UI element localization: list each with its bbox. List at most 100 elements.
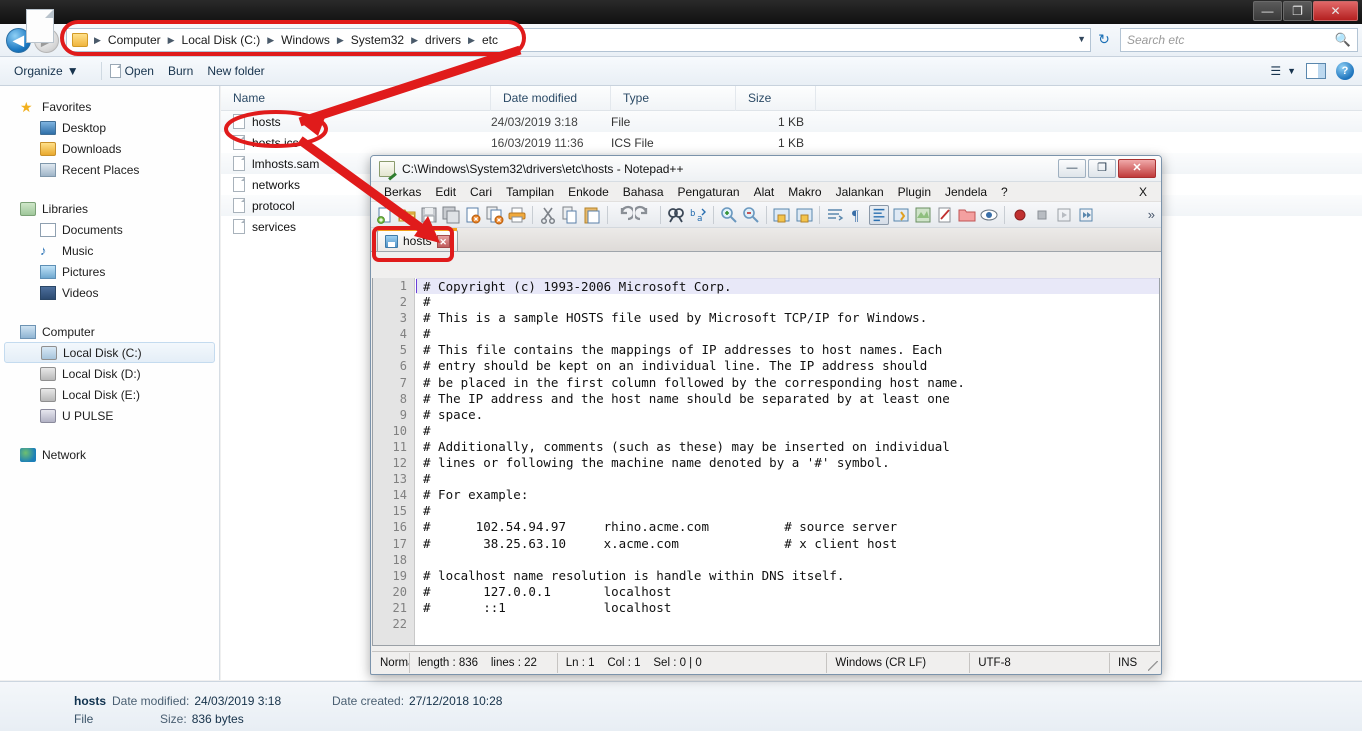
breadcrumb-item-local-disk-c[interactable]: Local Disk (C:) bbox=[179, 29, 264, 51]
close-button[interactable]: ✕ bbox=[1118, 159, 1156, 178]
cut-icon[interactable] bbox=[538, 205, 558, 225]
menu-item-berkas[interactable]: Berkas bbox=[377, 183, 428, 201]
close-icon[interactable]: ✕ bbox=[436, 234, 450, 248]
tab-hosts[interactable]: hosts ✕ bbox=[377, 228, 458, 251]
code-line[interactable]: # Copyright (c) 1993-2006 Microsoft Corp… bbox=[416, 278, 1159, 295]
sidebar-item-local-disk-c[interactable]: Local Disk (C:) bbox=[4, 342, 215, 363]
help-icon[interactable]: ? bbox=[1336, 62, 1354, 80]
sidebar-item-favorites[interactable]: ★ Favorites bbox=[0, 96, 219, 117]
menu-item-pengaturan[interactable]: Pengaturan bbox=[671, 183, 747, 201]
menu-item-makro[interactable]: Makro bbox=[781, 183, 828, 201]
user-defined-dialog-icon[interactable] bbox=[891, 205, 911, 225]
open-file-icon[interactable] bbox=[397, 205, 417, 225]
close-button[interactable]: ✕ bbox=[1313, 1, 1358, 21]
sidebar-item-local-disk-e[interactable]: Local Disk (E:) bbox=[0, 384, 219, 405]
text-editor[interactable]: 1 2 3 4 5 6 7 8 9 10 11 12 13 14 15 16 17 18 19 20 21 22 # Co… bbox=[372, 278, 1160, 646]
folder-as-workspace-icon[interactable] bbox=[957, 205, 977, 225]
menu-item-edit[interactable]: Edit bbox=[428, 183, 463, 201]
column-header-type[interactable]: Type bbox=[611, 86, 736, 111]
macro-play-icon[interactable] bbox=[1054, 205, 1074, 225]
sidebar-item-videos[interactable]: Videos bbox=[0, 282, 219, 303]
code-line[interactable]: # 127.0.0.1 localhost bbox=[416, 584, 1159, 600]
view-options-button[interactable]: ☰ ▼ bbox=[1270, 64, 1296, 78]
menu-item-jendela[interactable]: Jendela bbox=[938, 183, 994, 201]
print-icon[interactable] bbox=[507, 205, 527, 225]
function-list-icon[interactable] bbox=[935, 205, 955, 225]
maximize-button[interactable]: ❐ bbox=[1088, 159, 1116, 178]
code-line[interactable]: # Additionally, comments (such as these)… bbox=[416, 439, 1159, 455]
menu-item-bahasa[interactable]: Bahasa bbox=[616, 183, 671, 201]
sync-vertical-icon[interactable] bbox=[772, 205, 792, 225]
sidebar-item-documents[interactable]: Documents bbox=[0, 219, 219, 240]
sidebar-item-libraries[interactable]: Libraries bbox=[0, 198, 219, 219]
menu-item-cari[interactable]: Cari bbox=[463, 183, 499, 201]
preview-pane-button[interactable] bbox=[1306, 63, 1326, 79]
copy-icon[interactable] bbox=[560, 205, 580, 225]
macro-record-icon[interactable] bbox=[1010, 205, 1030, 225]
sidebar-item-u-pulse[interactable]: U PULSE bbox=[0, 405, 219, 426]
zoom-in-icon[interactable] bbox=[719, 205, 739, 225]
code-line[interactable]: # For example: bbox=[416, 487, 1159, 503]
burn-button[interactable]: Burn bbox=[168, 60, 207, 82]
refresh-icon[interactable]: ↻ bbox=[1093, 30, 1115, 50]
minimize-button[interactable]: — bbox=[1253, 1, 1282, 21]
code-line[interactable]: # ::1 localhost bbox=[416, 600, 1159, 616]
redo-icon[interactable] bbox=[632, 205, 655, 225]
code-line[interactable]: # bbox=[416, 423, 1159, 439]
minimize-button[interactable]: — bbox=[1058, 159, 1086, 178]
close-all-files-icon[interactable] bbox=[485, 205, 505, 225]
code-line[interactable]: # This file contains the mappings of IP … bbox=[416, 342, 1159, 358]
breadcrumb-item-system32[interactable]: System32 bbox=[348, 29, 407, 51]
organize-button[interactable]: Organize ▼ bbox=[14, 60, 93, 82]
code-area[interactable]: # Copyright (c) 1993-2006 Microsoft Corp… bbox=[416, 278, 1159, 645]
breadcrumb-item-drivers[interactable]: drivers bbox=[422, 29, 464, 51]
menu-item-plugin[interactable]: Plugin bbox=[891, 183, 938, 201]
search-input[interactable]: Search etc 🔍 bbox=[1120, 28, 1358, 52]
breadcrumb-item-windows[interactable]: Windows bbox=[278, 29, 333, 51]
zoom-out-icon[interactable] bbox=[741, 205, 761, 225]
sidebar-item-pictures[interactable]: Pictures bbox=[0, 261, 219, 282]
open-button[interactable]: Open bbox=[109, 60, 168, 82]
new-file-icon[interactable] bbox=[375, 205, 395, 225]
code-line[interactable] bbox=[416, 616, 1159, 632]
column-header-size[interactable]: Size bbox=[736, 86, 816, 111]
show-all-characters-icon[interactable]: ¶ bbox=[847, 205, 867, 225]
macro-stop-icon[interactable] bbox=[1032, 205, 1052, 225]
menu-item-jalankan[interactable]: Jalankan bbox=[829, 183, 891, 201]
monitoring-icon[interactable] bbox=[979, 205, 999, 225]
sidebar-item-local-disk-d[interactable]: Local Disk (D:) bbox=[0, 363, 219, 384]
code-line[interactable]: # This is a sample HOSTS file used by Mi… bbox=[416, 310, 1159, 326]
code-line[interactable]: # 38.25.63.10 x.acme.com # x client host bbox=[416, 536, 1159, 552]
navigation-pane[interactable]: ★ Favorites Desktop Downloads Recent Pla… bbox=[0, 86, 220, 680]
macro-play-multiple-icon[interactable] bbox=[1076, 205, 1096, 225]
save-icon[interactable] bbox=[419, 205, 439, 225]
sidebar-item-computer[interactable]: Computer bbox=[0, 321, 219, 342]
code-line[interactable]: # 102.54.94.97 rhino.acme.com # source s… bbox=[416, 519, 1159, 535]
code-line[interactable] bbox=[416, 552, 1159, 568]
code-line[interactable]: # bbox=[416, 294, 1159, 310]
code-line[interactable]: # localhost name resolution is handle wi… bbox=[416, 568, 1159, 584]
code-line[interactable]: # bbox=[416, 503, 1159, 519]
menu-item-enkode[interactable]: Enkode bbox=[561, 183, 616, 201]
save-all-icon[interactable] bbox=[441, 205, 461, 225]
close-file-icon[interactable] bbox=[463, 205, 483, 225]
code-line[interactable]: # bbox=[416, 471, 1159, 487]
sidebar-item-recent-places[interactable]: Recent Places bbox=[0, 159, 219, 180]
code-line[interactable]: # lines or following the machine name de… bbox=[416, 455, 1159, 471]
chevron-down-icon[interactable]: ▼ bbox=[1077, 34, 1086, 44]
menu-item-help[interactable]: ? bbox=[994, 183, 1015, 201]
column-header-date-modified[interactable]: Date modified bbox=[491, 86, 611, 111]
menu-item-alat[interactable]: Alat bbox=[747, 183, 782, 201]
word-wrap-icon[interactable] bbox=[825, 205, 845, 225]
code-line[interactable]: # entry should be kept on an individual … bbox=[416, 358, 1159, 374]
sidebar-item-music[interactable]: ♪ Music bbox=[0, 240, 219, 261]
code-line[interactable]: # be placed in the first column followed… bbox=[416, 375, 1159, 391]
table-row[interactable]: hosts 24/03/2019 3:18 File 1 KB bbox=[221, 111, 1362, 132]
new-folder-button[interactable]: New folder bbox=[207, 60, 278, 82]
paste-icon[interactable] bbox=[582, 205, 602, 225]
undo-icon[interactable] bbox=[613, 205, 636, 225]
indent-guide-icon[interactable] bbox=[869, 204, 889, 225]
sidebar-item-network[interactable]: Network bbox=[0, 444, 219, 465]
resize-grip[interactable] bbox=[1148, 661, 1158, 671]
breadcrumb-item-computer[interactable]: Computer bbox=[105, 29, 164, 51]
